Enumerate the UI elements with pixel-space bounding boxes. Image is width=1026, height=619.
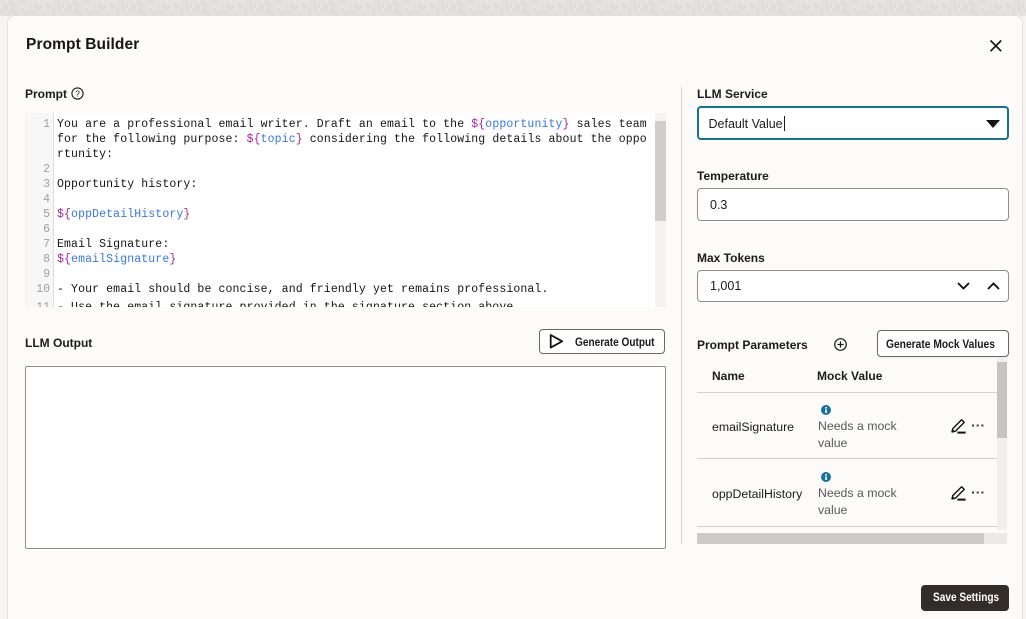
svg-text:?: ? (75, 88, 80, 98)
